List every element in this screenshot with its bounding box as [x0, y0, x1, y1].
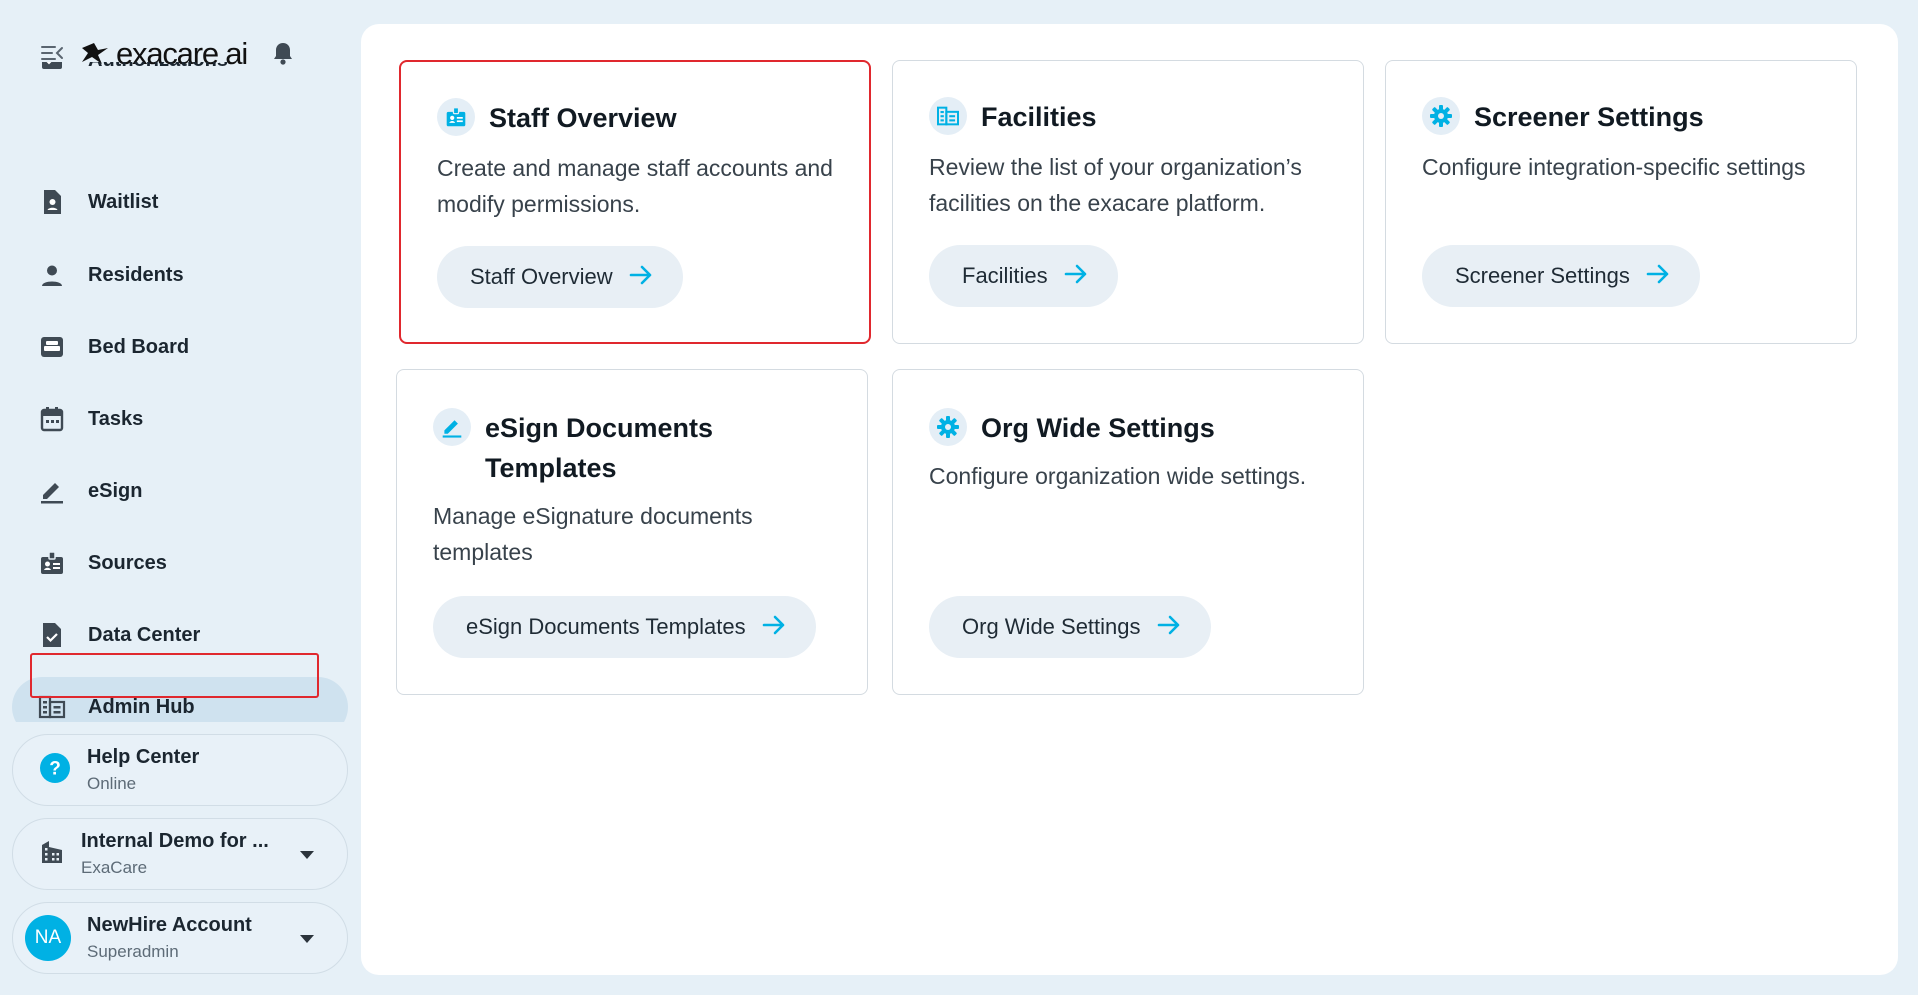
- tile-header: Screener Settings: [1422, 97, 1704, 137]
- staff-overview-button[interactable]: Staff Overview: [437, 246, 683, 308]
- help-center-button[interactable]: ? Help Center Online: [12, 734, 348, 806]
- tile-description: Create and manage staff accounts and mod…: [437, 155, 833, 217]
- tile-screener-settings: Screener Settings Configure integration-…: [1385, 60, 1857, 344]
- button-label: Screener Settings: [1455, 263, 1630, 288]
- tile-facilities: Facilities Review the list of your organ…: [892, 60, 1364, 344]
- tile-title: eSign Documents Templates: [485, 413, 714, 483]
- arrow-right-icon: [1157, 615, 1181, 640]
- organization-name: Internal Demo for ...: [81, 830, 269, 852]
- org-wide-settings-button[interactable]: Org Wide Settings: [929, 596, 1211, 658]
- sidebar-item-data-center[interactable]: Data Center: [12, 605, 348, 665]
- tile-title: Org Wide Settings: [981, 413, 1215, 443]
- facilities-button[interactable]: Facilities: [929, 245, 1118, 307]
- tile-header: Org Wide Settings: [929, 408, 1215, 448]
- sidebar-item-label: Authorizations: [88, 62, 228, 72]
- tile-staff-overview: Staff Overview Create and manage staff a…: [399, 60, 871, 344]
- arrow-right-icon: [1064, 264, 1088, 289]
- svg-text:?: ?: [49, 758, 61, 779]
- tile-header: eSign Documents Templates: [433, 408, 735, 488]
- button-label: eSign Documents Templates: [466, 614, 746, 639]
- tile-title: Screener Settings: [1474, 102, 1704, 132]
- sidebar-item-residents[interactable]: Residents: [12, 245, 348, 305]
- tile-header: Staff Overview: [437, 98, 677, 138]
- sidebar-item-authorizations[interactable]: Authorizations: [12, 62, 348, 90]
- button-label: Staff Overview: [470, 264, 613, 289]
- tile-description: Review the list of your organization’s f…: [929, 154, 1302, 216]
- tile-org-wide-settings: Org Wide Settings Configure organization…: [892, 369, 1364, 695]
- gear-icon: [929, 408, 967, 446]
- sidebar-item-label: Data Center: [88, 623, 201, 646]
- building-list-icon: [38, 693, 66, 721]
- chevron-down-icon[interactable]: [299, 847, 315, 865]
- sidebar-item-esign[interactable]: eSign: [12, 461, 348, 521]
- esign-documents-templates-button[interactable]: eSign Documents Templates: [433, 596, 816, 658]
- account-role: Superadmin: [87, 942, 179, 961]
- authorizations-icon: [38, 62, 66, 74]
- document-check-icon: [38, 621, 66, 649]
- organization-switcher[interactable]: Internal Demo for ... ExaCare: [12, 818, 348, 890]
- pen-icon: [433, 408, 471, 446]
- sidebar-nav: Authorizations Waitlist Residents Bed Bo…: [0, 62, 360, 722]
- tile-esign-documents-templates: eSign Documents Templates Manage eSignat…: [396, 369, 868, 695]
- sidebar-item-label: Waitlist: [88, 190, 159, 213]
- arrow-right-icon: [1646, 264, 1670, 289]
- help-center-status: Online: [87, 774, 137, 793]
- app-window: exacare ai Authorizations Waitlist: [0, 0, 1918, 995]
- arrow-right-icon: [762, 615, 786, 640]
- button-label: Facilities: [962, 263, 1048, 288]
- sidebar-item-label: eSign: [88, 479, 143, 502]
- sidebar-item-waitlist[interactable]: Waitlist: [12, 172, 348, 232]
- sidebar-item-label: Tasks: [88, 407, 144, 430]
- account-switcher[interactable]: NA NewHire Account Superadmin: [12, 902, 348, 974]
- arrow-right-icon: [629, 265, 653, 290]
- tile-header: Facilities: [929, 97, 1097, 137]
- calendar-icon: [38, 405, 66, 433]
- account-name: NewHire Account: [87, 914, 252, 936]
- tile-description: Configure organization wide settings.: [929, 463, 1307, 489]
- tile-title: Staff Overview: [489, 103, 677, 133]
- sidebar-item-sources[interactable]: Sources: [12, 533, 348, 593]
- sidebar: exacare ai Authorizations Waitlist: [0, 0, 360, 995]
- help-center-title: Help Center: [87, 746, 200, 768]
- sidebar-item-label: Residents: [88, 263, 184, 286]
- tile-description: Manage eSignature documents templates: [433, 503, 753, 565]
- waitlist-icon: [38, 188, 66, 216]
- chevron-down-icon[interactable]: [299, 931, 315, 949]
- building-list-icon: [929, 97, 967, 135]
- sidebar-item-label: Bed Board: [88, 335, 190, 358]
- organization-sub: ExaCare: [81, 858, 148, 877]
- sidebar-item-bed-board[interactable]: Bed Board: [12, 317, 348, 377]
- id-badge-icon: [38, 549, 66, 577]
- pen-icon: [38, 477, 66, 505]
- id-badge-icon: [437, 98, 475, 136]
- tile-description: Configure integration-specific settings: [1422, 154, 1806, 180]
- bed-icon: [38, 333, 66, 361]
- avatar: NA: [25, 915, 71, 961]
- gear-icon: [1422, 97, 1460, 135]
- building-icon: [39, 839, 65, 870]
- sidebar-item-admin-hub[interactable]: Admin Hub: [12, 677, 348, 722]
- button-label: Org Wide Settings: [962, 614, 1141, 639]
- admin-hub-panel: Staff Overview Create and manage staff a…: [361, 24, 1898, 975]
- help-icon: ?: [39, 752, 71, 789]
- sidebar-item-label: Admin Hub: [88, 695, 195, 718]
- sidebar-item-label: Sources: [88, 551, 167, 574]
- person-icon: [38, 261, 66, 289]
- sidebar-item-tasks[interactable]: Tasks: [12, 389, 348, 449]
- screener-settings-button[interactable]: Screener Settings: [1422, 245, 1700, 307]
- tile-title: Facilities: [981, 102, 1097, 132]
